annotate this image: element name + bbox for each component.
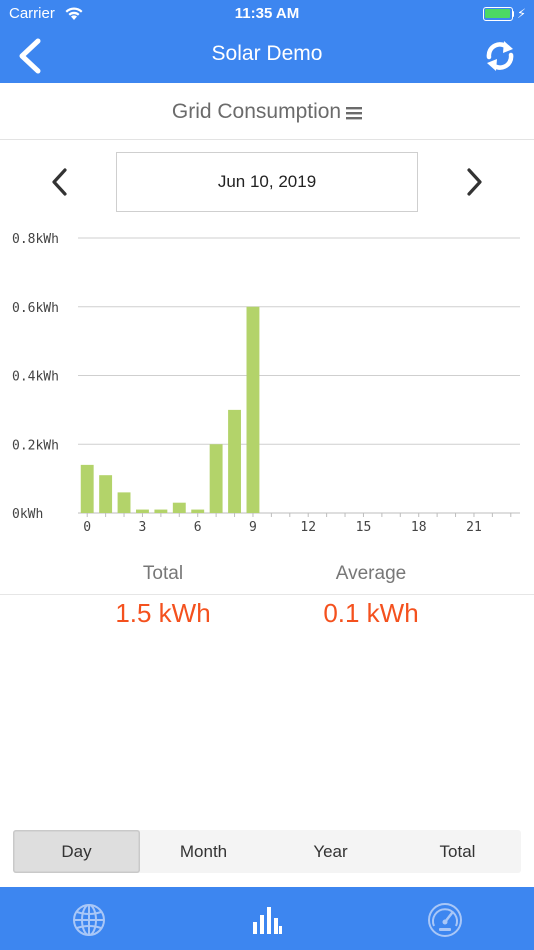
- total-value: 1.5 kWh: [115, 598, 211, 628]
- x-tick-label: 12: [300, 520, 316, 535]
- tab-statistics[interactable]: [178, 887, 356, 950]
- x-tick-label: 3: [139, 520, 147, 535]
- chart-bar: [154, 509, 168, 513]
- chart-bar: [99, 475, 113, 513]
- next-date-chevron-icon[interactable]: [460, 166, 488, 198]
- summary-divider: [0, 594, 534, 595]
- chart-bar: [228, 409, 241, 513]
- bar-chart-icon: [253, 907, 282, 934]
- battery-fill: [485, 9, 510, 18]
- average-value: 0.1 kWh: [323, 598, 419, 628]
- charging-bolt-icon: ⚡: [517, 6, 527, 21]
- period-segmented-control: Day Month Year Total: [13, 830, 521, 873]
- x-tick-label: 6: [194, 520, 202, 535]
- tab-realtime[interactable]: [356, 887, 534, 950]
- y-tick-label: 0.6kWh: [12, 301, 59, 316]
- period-tab-month[interactable]: Month: [140, 830, 267, 873]
- y-tick-label: 0.8kWh: [12, 232, 59, 247]
- x-tick-label: 9: [249, 520, 257, 535]
- speedometer-icon: [428, 903, 462, 937]
- bottom-tab-bar: [0, 887, 534, 950]
- average-label: Average: [335, 563, 407, 584]
- tab-overview[interactable]: [0, 887, 178, 950]
- navigation-bar: Solar Demo: [0, 28, 534, 83]
- refresh-icon[interactable]: [482, 38, 518, 74]
- total-label: Total: [142, 563, 184, 584]
- consumption-type-selector[interactable]: Grid Consumption: [0, 83, 534, 140]
- battery-icon: [483, 7, 513, 21]
- y-tick-label: 0.2kWh: [12, 438, 59, 453]
- status-bar: Carrier 11:35 AM ⚡: [0, 0, 534, 28]
- x-tick-label: 15: [356, 520, 372, 535]
- status-time: 11:35 AM: [234, 5, 300, 22]
- app-title: Solar Demo: [211, 42, 323, 65]
- x-tick-label: 21: [466, 520, 482, 535]
- period-tab-day[interactable]: Day: [13, 830, 140, 873]
- period-tab-total[interactable]: Total: [394, 830, 521, 873]
- chart-bar: [209, 444, 223, 513]
- consumption-bar-chart: 0kWh 0.2kWh 0.4kWh 0.6kWh 0.8kWh 0 3 6 9 12 15 18 21: [12, 232, 520, 535]
- y-tick-label: 0kWh: [12, 507, 43, 522]
- previous-date-chevron-icon[interactable]: [46, 166, 74, 198]
- chart-bar: [172, 502, 186, 513]
- period-tab-year[interactable]: Year: [267, 830, 394, 873]
- chart-bar: [80, 464, 94, 513]
- date-picker[interactable]: Jun 10, 2019: [116, 152, 418, 212]
- chart-bar: [136, 509, 149, 513]
- consumption-type-title: Grid Consumption: [171, 100, 342, 123]
- chart-bar: [191, 509, 205, 513]
- hamburger-menu-icon: [346, 107, 363, 120]
- globe-icon: [73, 904, 105, 936]
- x-tick-label: 0: [83, 520, 91, 535]
- x-tick-label: 18: [411, 520, 427, 535]
- battery-cap: [512, 11, 514, 17]
- chart-bar: [246, 306, 260, 513]
- y-tick-label: 0.4kWh: [12, 370, 59, 385]
- chart-bar: [117, 492, 131, 513]
